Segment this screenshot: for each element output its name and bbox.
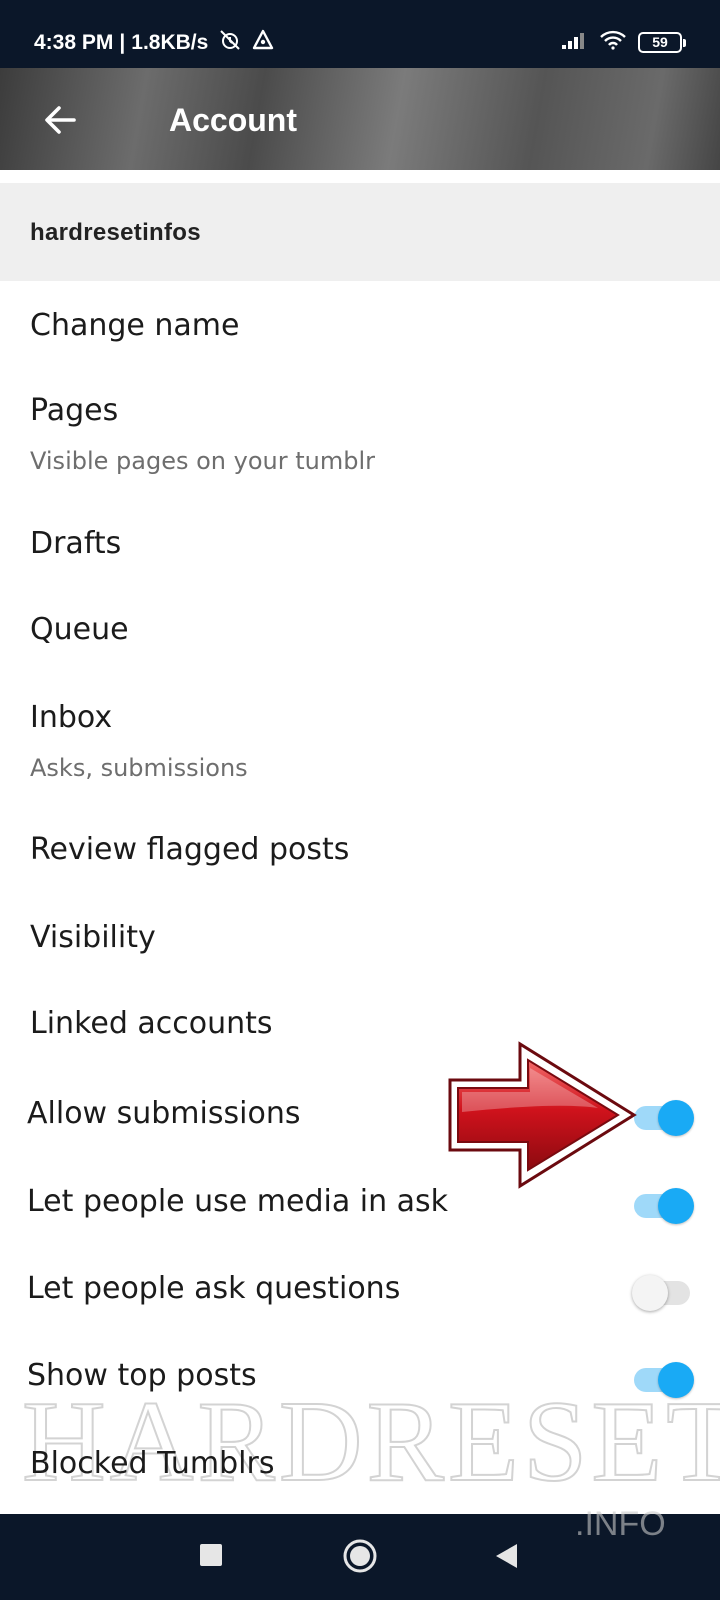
toggle-thumb — [658, 1100, 694, 1136]
status-left: 4:38 PM | 1.8KB/s — [34, 28, 274, 58]
back-triangle-icon[interactable] — [493, 1542, 519, 1570]
status-separator: | — [119, 31, 126, 54]
menu-item-pages[interactable]: Pages Visible pages on your tumblr — [0, 376, 720, 500]
watermark-suffix: .INFO — [575, 1505, 666, 1543]
alarm-off-icon — [218, 28, 242, 58]
red-arrow-annotation — [448, 1041, 637, 1189]
menu-item-title: Review flagged posts — [30, 832, 350, 867]
menu-item-title: Drafts — [30, 526, 122, 561]
toggle-row-show-top-posts[interactable]: Show top posts — [0, 1342, 720, 1426]
toggle-switch[interactable] — [632, 1273, 694, 1313]
menu-item-title: Inbox — [30, 700, 113, 735]
home-icon[interactable] — [342, 1538, 378, 1574]
menu-item-subtitle: Visible pages on your tumblr — [30, 447, 375, 475]
menu-item-visibility[interactable]: Visibility — [0, 902, 720, 984]
status-right: 59 — [550, 30, 686, 54]
toggle-row-label: Show top posts — [27, 1358, 257, 1393]
toggle-switch[interactable] — [632, 1360, 694, 1400]
blog-name: hardresetinfos — [30, 219, 201, 246]
toggle-row-label: Let people use media in ask — [27, 1184, 449, 1219]
menu-item-subtitle: Asks, submissions — [30, 754, 248, 782]
navigation-bar: .INFO — [0, 1505, 720, 1600]
battery-indicator: 59 — [638, 31, 686, 53]
menu-item-title: Change name — [30, 308, 240, 343]
signal-icon — [562, 31, 588, 53]
toggle-thumb — [658, 1188, 694, 1224]
network-speed: 1.8KB/s — [131, 31, 209, 54]
menu-item-title: Pages — [30, 393, 119, 428]
menu-item-drafts[interactable]: Drafts — [0, 508, 720, 590]
toggle-switch[interactable] — [632, 1186, 694, 1226]
menu-item-title: Linked accounts — [30, 1006, 273, 1041]
recent-apps-icon[interactable] — [200, 1544, 222, 1566]
status-time: 4:38 PM — [34, 31, 114, 54]
arrow-left-icon — [45, 106, 76, 134]
toggle-thumb — [632, 1275, 668, 1311]
menu-item-blocked-tumblrs[interactable]: Blocked Tumblrs — [0, 1430, 720, 1510]
menu-item-inbox[interactable]: Inbox Asks, submissions — [0, 684, 720, 808]
blog-name-section[interactable]: hardresetinfos — [0, 183, 720, 281]
menu-item-change-name[interactable]: Change name — [0, 290, 720, 372]
triangle-app-icon — [252, 29, 274, 57]
menu-item-title: Queue — [30, 612, 129, 647]
status-bar: 4:38 PM | 1.8KB/s 59 — [0, 0, 720, 68]
toggle-row-ask-questions[interactable]: Let people ask questions — [0, 1254, 720, 1338]
toggle-switch[interactable] — [632, 1098, 694, 1138]
toggle-row-label: Allow submissions — [27, 1096, 301, 1131]
wifi-icon — [600, 30, 626, 54]
menu-item-title: Visibility — [30, 920, 156, 955]
toggle-row-label: Let people ask questions — [27, 1271, 401, 1306]
back-button[interactable] — [40, 100, 80, 140]
header-divider — [0, 170, 720, 176]
menu-item-title: Blocked Tumblrs — [30, 1446, 275, 1481]
app-header: Account — [0, 68, 720, 170]
menu-item-review-flagged-posts[interactable]: Review flagged posts — [0, 814, 720, 896]
page-title: Account — [169, 102, 297, 138]
toggle-thumb — [658, 1362, 694, 1398]
menu-item-queue[interactable]: Queue — [0, 596, 720, 678]
